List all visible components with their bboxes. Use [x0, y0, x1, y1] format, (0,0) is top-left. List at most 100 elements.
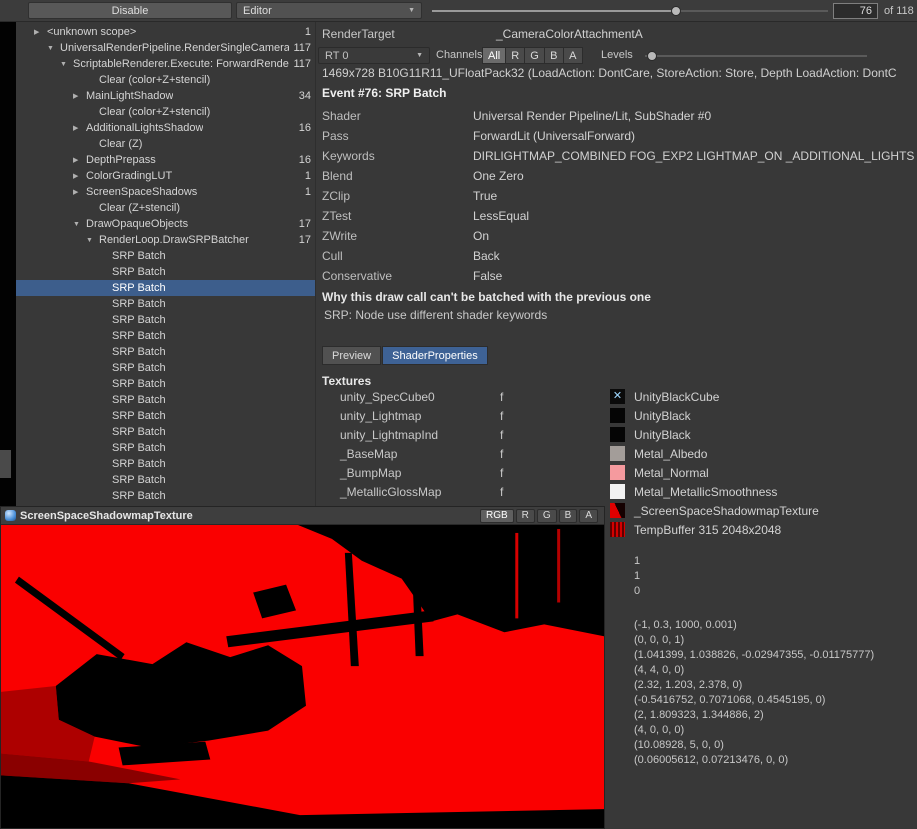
tree-row-count: 17: [299, 216, 311, 232]
event-header: Event #76: SRP Batch: [322, 86, 447, 100]
tree-row[interactable]: ColorGradingLUT 1: [16, 168, 315, 184]
foldout-arrow-icon[interactable]: [73, 221, 86, 228]
foldout-arrow-icon[interactable]: [73, 156, 86, 164]
tree-row[interactable]: ScreenSpaceShadows 1: [16, 184, 315, 200]
render-target-format-line: 1469x728 B10G11R11_UFloatPack32 (LoadAct…: [322, 66, 917, 80]
tree-row[interactable]: SRP Batch: [16, 440, 315, 456]
shader-property-row: Blend One Zero: [322, 166, 917, 186]
vector-value: (4, 0, 0, 0): [634, 723, 874, 738]
texture-thumbnail-icon[interactable]: [610, 427, 625, 442]
preview-channel-buttons: RGB R G B A: [480, 509, 598, 523]
preview-channel-button[interactable]: G: [537, 509, 557, 523]
tree-row-label: <unknown scope>: [47, 26, 136, 38]
tree-row[interactable]: SRP Batch: [16, 360, 315, 376]
detail-tab[interactable]: Preview: [322, 346, 381, 365]
tree-row[interactable]: DrawOpaqueObjects 17: [16, 216, 315, 232]
levels-slider-track: [645, 55, 867, 57]
texture-thumbnail-icon[interactable]: [610, 389, 625, 404]
tree-row[interactable]: Clear (Z): [16, 136, 315, 152]
preview-channel-button[interactable]: B: [559, 509, 578, 523]
tree-row[interactable]: DepthPrepass 16: [16, 152, 315, 168]
target-selector-dropdown[interactable]: Editor ▼: [236, 2, 422, 19]
rt-index-dropdown[interactable]: RT 0 ▼: [318, 47, 430, 64]
tree-row-label: SRP Batch: [112, 266, 166, 278]
preview-channel-button[interactable]: RGB: [480, 509, 514, 523]
texture-thumbnail-icon[interactable]: [610, 465, 625, 480]
tree-row[interactable]: SRP Batch: [16, 376, 315, 392]
disable-button[interactable]: Disable: [28, 2, 232, 19]
texture-asset-name: Metal_MetallicSmoothness: [634, 485, 777, 499]
tree-row[interactable]: Clear (color+Z+stencil): [16, 72, 315, 88]
tree-row[interactable]: Clear (color+Z+stencil): [16, 104, 315, 120]
tree-row[interactable]: SRP Batch: [16, 344, 315, 360]
foldout-arrow-icon[interactable]: [73, 172, 86, 180]
frame-number-field[interactable]: 76: [833, 3, 878, 19]
property-value: On: [473, 226, 489, 246]
property-label: Cull: [322, 246, 473, 266]
tree-row-label: MainLightShadow: [86, 90, 173, 102]
tree-row-count: 16: [299, 120, 311, 136]
preview-channel-button[interactable]: R: [516, 509, 535, 523]
detail-tab-bar: Preview ShaderProperties: [322, 346, 489, 365]
texture-row: _BumpMap f Metal_Normal: [316, 464, 917, 483]
vector-value: (2, 1.809323, 1.344886, 2): [634, 708, 874, 723]
tree-row[interactable]: MainLightShadow 34: [16, 88, 315, 104]
channel-toggle-button[interactable]: B: [544, 47, 564, 64]
vector-value: (0.06005612, 0.07213476, 0, 0): [634, 753, 874, 768]
foldout-arrow-icon[interactable]: [34, 28, 47, 36]
channel-toggle-button[interactable]: All: [482, 47, 506, 64]
preview-channel-button[interactable]: A: [579, 509, 598, 523]
property-label: Conservative: [322, 266, 473, 286]
tree-row[interactable]: RenderLoop.DrawSRPBatcher 17: [16, 232, 315, 248]
tree-row[interactable]: AdditionalLightsShadow 16: [16, 120, 315, 136]
texture-property-name: unity_LightmapInd: [340, 428, 438, 442]
tree-row[interactable]: SRP Batch: [16, 312, 315, 328]
rt-index-label: RT 0: [325, 50, 348, 62]
shader-property-row: Keywords DIRLIGHTMAP_COMBINED FOG_EXP2 L…: [322, 146, 917, 166]
tree-row[interactable]: Clear (Z+stencil): [16, 200, 315, 216]
foldout-arrow-icon[interactable]: [47, 45, 60, 52]
levels-slider[interactable]: [645, 46, 867, 66]
tree-row[interactable]: SRP Batch: [16, 328, 315, 344]
tree-row[interactable]: SRP Batch: [16, 472, 315, 488]
texture-thumbnail-icon[interactable]: [610, 484, 625, 499]
foldout-arrow-icon[interactable]: [86, 237, 99, 244]
foldout-arrow-icon[interactable]: [73, 124, 86, 132]
tree-row[interactable]: <unknown scope> 1: [16, 24, 315, 40]
tree-row-count: 117: [293, 40, 311, 56]
foldout-arrow-icon[interactable]: [73, 188, 86, 196]
property-value: Back: [473, 246, 500, 266]
frame-slider[interactable]: [432, 0, 828, 22]
channel-toggle-button[interactable]: A: [563, 47, 583, 64]
foldout-arrow-icon[interactable]: [60, 61, 73, 68]
texture-asset-name: UnityBlack: [634, 428, 691, 442]
channel-toggle-button[interactable]: G: [524, 47, 545, 64]
texture-property-name: _MetallicGlossMap: [340, 485, 441, 499]
vector-value: (-1, 0.3, 1000, 0.001): [634, 618, 874, 633]
tree-row[interactable]: SRP Batch: [16, 264, 315, 280]
texture-thumbnail-icon[interactable]: [610, 408, 625, 423]
tree-row[interactable]: SRP Batch: [16, 296, 315, 312]
property-label: Blend: [322, 166, 473, 186]
foldout-arrow-icon[interactable]: [73, 92, 86, 100]
texture-property-name: unity_SpecCube0: [340, 390, 435, 404]
tree-row[interactable]: ScriptableRenderer.Execute: ForwardRende…: [16, 56, 315, 72]
preview-title-bar[interactable]: ScreenSpaceShadowmapTexture RGB R G B A: [1, 507, 604, 525]
tree-row[interactable]: UniversalRenderPipeline.RenderSingleCame…: [16, 40, 315, 56]
tree-row[interactable]: SRP Batch: [16, 280, 315, 296]
tree-row[interactable]: SRP Batch: [16, 488, 315, 504]
levels-slider-thumb[interactable]: [647, 51, 657, 61]
batch-break-title: Why this draw call can't be batched with…: [322, 290, 651, 304]
tree-row[interactable]: SRP Batch: [16, 392, 315, 408]
tree-row[interactable]: SRP Batch: [16, 424, 315, 440]
detail-tab[interactable]: ShaderProperties: [382, 346, 488, 365]
tree-row[interactable]: SRP Batch: [16, 248, 315, 264]
texture-thumbnail-icon[interactable]: [610, 522, 625, 537]
channel-toggle-button[interactable]: R: [505, 47, 525, 64]
frame-slider-thumb[interactable]: [671, 6, 681, 16]
tree-row-label: DepthPrepass: [86, 154, 156, 166]
texture-thumbnail-icon[interactable]: [610, 503, 625, 518]
tree-row[interactable]: SRP Batch: [16, 408, 315, 424]
tree-row[interactable]: SRP Batch: [16, 456, 315, 472]
texture-thumbnail-icon[interactable]: [610, 446, 625, 461]
